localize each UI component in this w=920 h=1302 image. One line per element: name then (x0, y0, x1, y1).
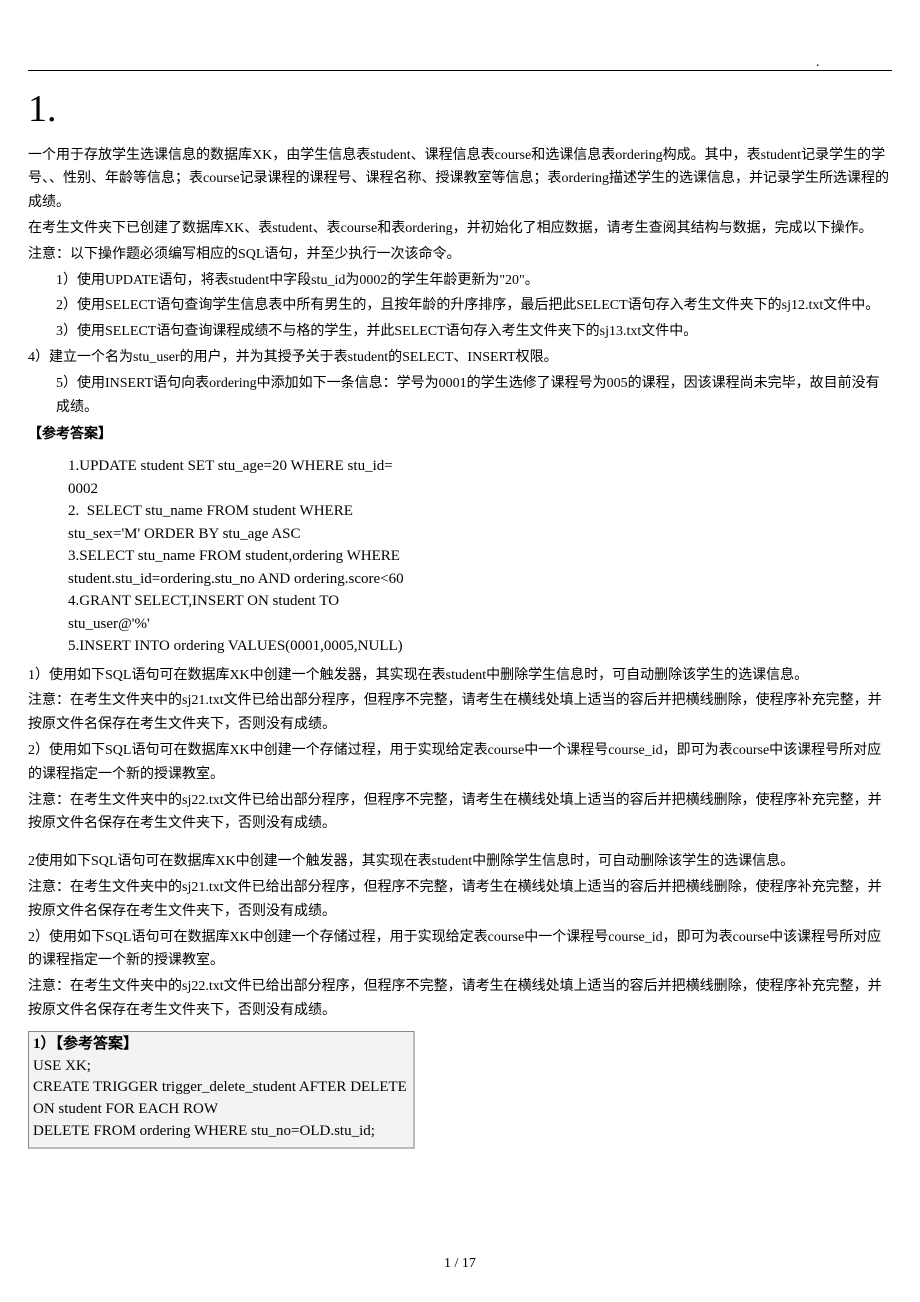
block3-q1: 2使用如下SQL语句可在数据库XK中创建一个触发器，其实现在表student中删… (28, 850, 892, 874)
question-5: 5）使用INSERT语句向表ordering中添加如下一条信息：学号为0001的… (28, 372, 892, 420)
question-2: 2）使用SELECT语句查询学生信息表中所有男生的，且按年龄的升序排序，最后把此… (28, 294, 892, 318)
paragraph-intro-2: 在考生文件夹下已创建了数据库XK、表student、表course和表order… (28, 217, 892, 241)
page-number: 1 / 17 (0, 1252, 920, 1276)
top-horizontal-rule (28, 70, 892, 71)
block2-note2: 注意：在考生文件夹中的sj22.txt文件已给出部分程序，但程序不完整，请考生在… (28, 789, 892, 837)
block2-q2: 2）使用如下SQL语句可在数据库XK中创建一个存储过程，用于实现给定表cours… (28, 739, 892, 787)
boxed-answer-body: USE XK; CREATE TRIGGER trigger_delete_st… (33, 1058, 407, 1139)
block3-note2: 注意：在考生文件夹中的sj22.txt文件已给出部分程序，但程序不完整，请考生在… (28, 975, 892, 1023)
block2-note1: 注意：在考生文件夹中的sj21.txt文件已给出部分程序，但程序不完整，请考生在… (28, 689, 892, 737)
header-mark: · (815, 55, 820, 79)
question-3: 3）使用SELECT语句查询课程成绩不与格的学生，并此SELECT语句存入考生文… (28, 320, 892, 344)
block3-q2: 2）使用如下SQL语句可在数据库XK中创建一个存储过程，用于实现给定表cours… (28, 926, 892, 974)
paragraph-notice: 注意：以下操作题必须编写相应的SQL语句，并至少执行一次该命令。 (28, 243, 892, 267)
question-4: 4）建立一个名为stu_user的用户，并为其授予关于表student的SELE… (28, 346, 892, 370)
spacer (28, 838, 892, 850)
question-1: 1）使用UPDATE语句，将表student中字段stu_id为0002的学生年… (28, 269, 892, 293)
answer-label-1: 【参考答案】 (28, 423, 892, 447)
answer-code-block-1: 1.UPDATE student SET stu_age=20 WHERE st… (28, 449, 892, 664)
block3-note1: 注意：在考生文件夹中的sj21.txt文件已给出部分程序，但程序不完整，请考生在… (28, 876, 892, 924)
section-number: 1. (28, 77, 57, 142)
boxed-answer-header: 1）【参考答案】 (33, 1036, 138, 1052)
boxed-answer: 1）【参考答案】 USE XK; CREATE TRIGGER trigger_… (28, 1031, 415, 1149)
block2-q1: 1）使用如下SQL语句可在数据库XK中创建一个触发器，其实现在表student中… (28, 664, 892, 688)
paragraph-intro-1: 一个用于存放学生选课信息的数据库XK，由学生信息表student、课程信息表co… (28, 144, 892, 215)
